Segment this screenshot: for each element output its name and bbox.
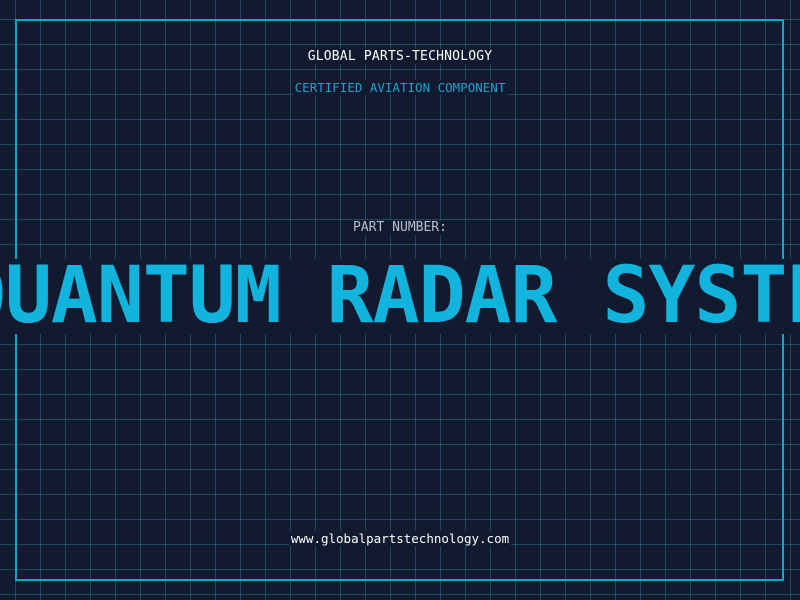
- part-number-band: QUANTUM RADAR SYSTEM: [0, 259, 800, 334]
- certification-subtitle-text: CERTIFIED AVIATION COMPONENT: [292, 80, 508, 95]
- brand-title: GLOBAL PARTS-TECHNOLOGY: [0, 49, 800, 64]
- certificate-page: GLOBAL PARTS-TECHNOLOGY CERTIFIED AVIATI…: [0, 0, 800, 600]
- certification-subtitle: CERTIFIED AVIATION COMPONENT: [0, 80, 800, 95]
- part-number-value: QUANTUM RADAR SYSTEM: [0, 259, 800, 334]
- brand-title-text: GLOBAL PARTS-TECHNOLOGY: [305, 49, 495, 64]
- part-number-label-text: PART NUMBER:: [351, 220, 449, 235]
- website-url: www.globalpartstechnology.com: [0, 531, 800, 546]
- part-number-label: PART NUMBER:: [0, 220, 800, 235]
- website-url-text: www.globalpartstechnology.com: [288, 531, 512, 546]
